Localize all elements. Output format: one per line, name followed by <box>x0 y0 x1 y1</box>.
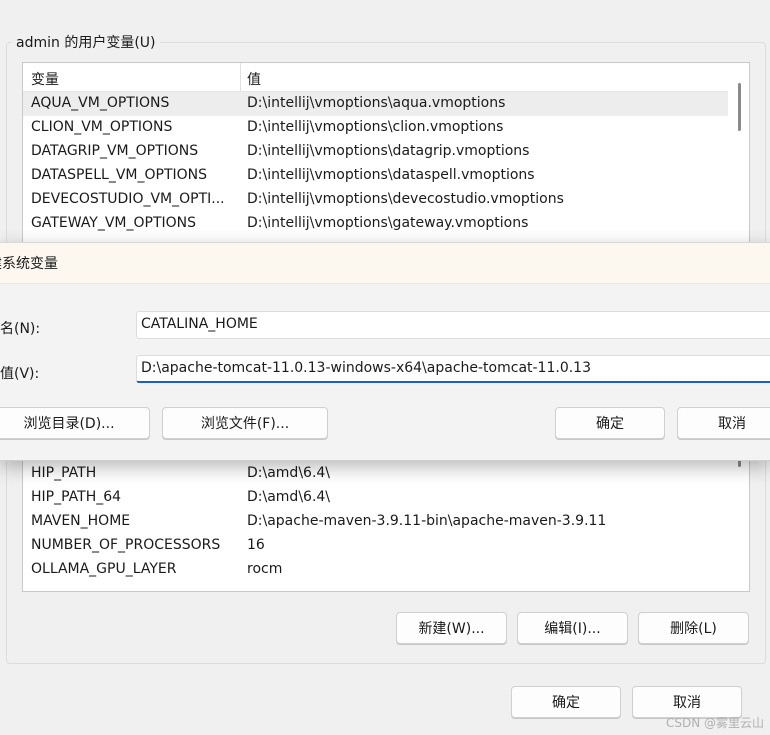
variable-value: rocm <box>247 561 283 577</box>
variable-value: D:\intellij\vmoptions\clion.vmoptions <box>247 119 504 135</box>
list-scrollbar-thumb[interactable] <box>738 83 741 131</box>
dialog-cancel-button[interactable]: 取消 <box>677 407 770 439</box>
variable-name: DATAGRIP_VM_OPTIONS <box>31 143 199 159</box>
table-row[interactable]: GATEWAY_VM_OPTIONS D:\intellij\vmoptions… <box>23 212 728 236</box>
table-row[interactable]: HIP_PATH D:\amd\6.4\ <box>23 462 728 486</box>
dialog-title-bar[interactable]: 建系统变量 <box>0 243 770 284</box>
variable-name: HIP_PATH <box>31 465 97 481</box>
table-row[interactable]: DATASPELL_VM_OPTIONS D:\intellij\vmoptio… <box>23 164 728 188</box>
table-row[interactable]: DATAGRIP_VM_OPTIONS D:\intellij\vmoption… <box>23 140 728 164</box>
variable-name-input[interactable]: CATALINA_HOME <box>136 311 770 339</box>
column-header-name[interactable]: 变量 <box>31 69 59 89</box>
table-row[interactable]: NUMBER_OF_PROCESSORS 16 <box>23 534 728 558</box>
table-row[interactable]: OLLAMA_GPU_LAYER rocm <box>23 558 728 582</box>
variable-value: D:\amd\6.4\ <box>247 465 331 481</box>
variable-value: D:\apache-maven-3.9.11-bin\apache-maven-… <box>247 513 607 529</box>
list-header: 变量 值 <box>23 63 728 92</box>
new-variable-button[interactable]: 新建(W)... <box>396 612 507 644</box>
variable-name-label: 量名(N): <box>0 321 41 337</box>
table-row[interactable]: MAVEN_HOME D:\apache-maven-3.9.11-bin\ap… <box>23 510 728 534</box>
variable-value: D:\intellij\vmoptions\gateway.vmoptions <box>247 215 529 231</box>
variable-name: GATEWAY_VM_OPTIONS <box>31 215 197 231</box>
variable-value: D:\amd\6.4\ <box>247 489 331 505</box>
variable-name: DEVECOSTUDIO_VM_OPTI... <box>31 191 225 207</box>
table-row[interactable]: CLION_VM_OPTIONS D:\intellij\vmoptions\c… <box>23 116 728 140</box>
table-row[interactable]: HIP_PATH_64 D:\amd\6.4\ <box>23 486 728 510</box>
browse-file-button[interactable]: 浏览文件(F)... <box>162 407 328 439</box>
variable-value-input[interactable]: D:\apache-tomcat-11.0.13-windows-x64\apa… <box>136 355 770 383</box>
variable-name: OLLAMA_GPU_LAYER <box>31 561 177 577</box>
variable-value: D:\intellij\vmoptions\devecostudio.vmopt… <box>247 191 564 207</box>
variable-value: D:\intellij\vmoptions\aqua.vmoptions <box>247 95 506 111</box>
variable-name: NUMBER_OF_PROCESSORS <box>31 537 221 553</box>
variable-name: MAVEN_HOME <box>31 513 131 529</box>
user-variables-title: admin 的用户变量(U) <box>12 32 160 52</box>
table-row[interactable]: DEVECOSTUDIO_VM_OPTI... D:\intellij\vmop… <box>23 188 728 212</box>
delete-variable-button[interactable]: 删除(L) <box>638 612 749 644</box>
watermark: CSDN @雾里云山 <box>665 716 764 730</box>
table-row[interactable]: AQUA_VM_OPTIONS D:\intellij\vmoptions\aq… <box>23 92 728 116</box>
window-ok-button[interactable]: 确定 <box>511 686 621 718</box>
variable-value: 16 <box>247 537 265 553</box>
dialog-ok-button[interactable]: 确定 <box>555 407 665 439</box>
column-separator[interactable] <box>240 63 241 91</box>
variable-name: DATASPELL_VM_OPTIONS <box>31 167 208 183</box>
variable-name: HIP_PATH_64 <box>31 489 122 505</box>
edit-variable-button[interactable]: 编辑(I)... <box>517 612 628 644</box>
dialog-title: 建系统变量 <box>0 256 58 272</box>
column-header-value[interactable]: 值 <box>247 69 261 89</box>
browse-directory-button[interactable]: 浏览目录(D)... <box>0 407 150 439</box>
variable-value-label: 量值(V): <box>0 366 40 382</box>
variable-value: D:\intellij\vmoptions\datagrip.vmoptions <box>247 143 530 159</box>
variable-name: CLION_VM_OPTIONS <box>31 119 173 135</box>
variable-name: AQUA_VM_OPTIONS <box>31 95 170 111</box>
new-system-variable-dialog: 建系统变量 量名(N): CATALINA_HOME 量值(V): D:\apa… <box>0 242 770 461</box>
variable-value: D:\intellij\vmoptions\dataspell.vmoption… <box>247 167 535 183</box>
